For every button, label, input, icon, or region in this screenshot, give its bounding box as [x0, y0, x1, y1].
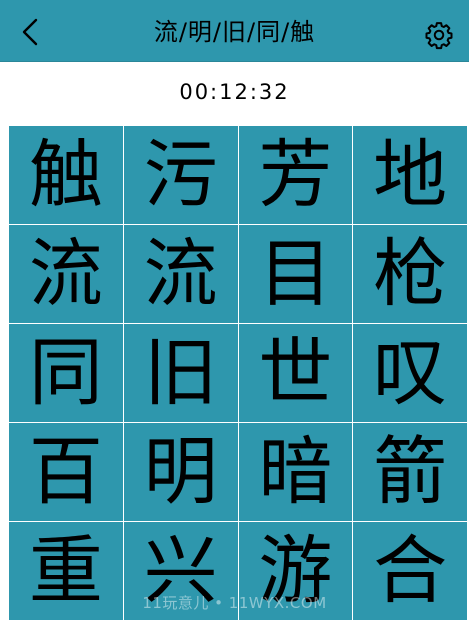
- grid-cell[interactable]: 重: [9, 522, 123, 620]
- grid-cell[interactable]: 芳: [238, 126, 353, 224]
- top-bar: 流/明/旧/同/触: [0, 0, 469, 62]
- grid-cell[interactable]: 地: [353, 126, 467, 224]
- gear-icon: [425, 22, 453, 50]
- grid-cell[interactable]: 流: [123, 225, 238, 323]
- grid-cell[interactable]: 叹: [353, 324, 467, 422]
- grid-cell[interactable]: 明: [123, 423, 238, 521]
- grid-cell[interactable]: 枪: [353, 225, 467, 323]
- grid-cell[interactable]: 目: [238, 225, 353, 323]
- grid-cell[interactable]: 箭: [353, 423, 467, 521]
- settings-button[interactable]: [424, 20, 454, 50]
- grid-cell[interactable]: 触: [9, 126, 123, 224]
- grid-cell[interactable]: 世: [238, 324, 353, 422]
- elapsed-timer: 00:12:32: [179, 80, 290, 104]
- grid-cell[interactable]: 旧: [123, 324, 238, 422]
- grid-cell[interactable]: 兴: [123, 522, 238, 620]
- grid-cell[interactable]: 暗: [238, 423, 353, 521]
- puzzle-title: 流/明/旧/同/触: [153, 18, 316, 46]
- grid-cell[interactable]: 污: [123, 126, 238, 224]
- grid-cell[interactable]: 流: [9, 225, 123, 323]
- grid-cell[interactable]: 游: [238, 522, 353, 620]
- grid-cell[interactable]: 百: [9, 423, 123, 521]
- grid-cell[interactable]: 合: [353, 522, 467, 620]
- character-grid: 触 污 芳 地 流 流 目 枪 同 旧 世 叹 百 明 暗 箭 重 兴 游 合: [8, 125, 468, 621]
- grid-cell[interactable]: 同: [9, 324, 123, 422]
